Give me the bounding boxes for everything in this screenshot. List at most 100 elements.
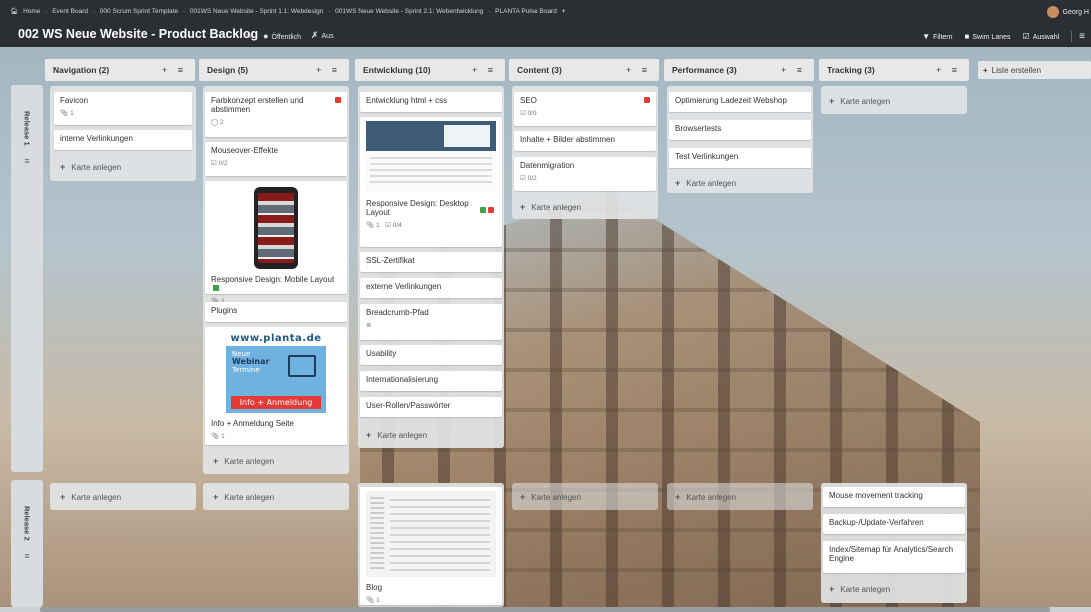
add-card-button[interactable]: + Karte anlegen [675,492,736,502]
add-card-button[interactable]: + Karte anlegen [829,96,890,106]
label-red [335,97,341,103]
card[interactable]: Farbkonzept erstellen und abstimmen ◯ 2 [205,92,347,137]
card[interactable]: Responsive Design: Desktop Layout 📎︎ 1 ☑… [360,117,502,247]
attachment-icon: 📎︎ [211,433,220,440]
automation-icon: ✗ [310,30,319,40]
breadcrumb-sprint-2[interactable]: 001WS Neue Website - Sprint 2.1: Webentw… [335,8,483,15]
card[interactable]: Entwicklung html + css [360,92,502,112]
breadcrumb-home[interactable]: Home [23,8,40,15]
checklist-icon: ☑ [520,175,526,182]
card[interactable]: Index/Sitemap für Analytics/Search Engin… [823,541,965,573]
horizontal-scrollbar[interactable] [0,607,1091,612]
card[interactable]: www.planta.de Neue Webinar Termine Info + … [205,327,347,445]
card[interactable]: Datenmigration ☑ 0/2 [514,157,656,191]
list-tracking-r2: Mouse movement tracking Backup-/Update-V… [821,483,967,603]
card[interactable]: SEO ☑ 0/9 [514,92,656,126]
add-card-button[interactable]: + Karte anlegen [675,178,736,188]
card[interactable]: Inhalte + Bilder abstimmen [514,131,656,151]
lane-menu-icon[interactable]: ≡ [24,551,29,561]
label-red [488,207,494,213]
breadcrumb-scrum-template[interactable]: 000 Scrum Sprint Template [100,8,178,15]
column-actions-icon[interactable]: + ≡ [781,65,806,75]
list-content-r2: + Karte anlegen [512,483,658,510]
card[interactable]: Usability [360,345,502,365]
top-bar: 🏠︎ Home - Event Board - 000 Scrum Sprint… [0,0,1091,47]
card[interactable]: Mouseover-Effekte ☑ 0/2 [205,142,347,176]
card[interactable]: User-Rollen/Passwörter [360,397,502,417]
card[interactable]: Backup-/Update-Verfahren [823,514,965,534]
card[interactable]: Responsive Design: Mobile Layout 📎︎ 1 [205,181,347,305]
add-card-button[interactable]: + Karte anlegen [520,202,581,212]
column-actions-icon[interactable]: + ≡ [472,65,497,75]
breadcrumb: 🏠︎ Home - Event Board - 000 Scrum Sprint… [10,8,566,15]
card[interactable]: SSL-Zertifikat [360,252,502,272]
lane-release-2[interactable]: Release 2 ≡ [11,480,43,607]
comment-icon: ◯ [211,119,219,126]
home-icon[interactable]: 🏠︎ [10,8,18,15]
scrollbar-thumb[interactable] [40,607,1050,612]
list-content-r1: SEO ☑ 0/9 Inhalte + Bilder abstimmen Dat… [512,86,658,219]
list-navigation-r2: + Karte anlegen [50,483,196,510]
lane-release-1[interactable]: Release 1 ≡ [11,85,43,472]
swimlanes-button[interactable]: ■ Swim Lanes [965,32,1011,41]
card[interactable]: Optimierung Ladezeit Webshop [669,92,811,112]
add-card-button[interactable]: + Karte anlegen [60,492,121,502]
breadcrumb-pulse-board[interactable]: PLANTA Pulse Board [495,8,557,15]
add-card-button[interactable]: + Karte anlegen [520,492,581,502]
card[interactable]: Blog 📎︎ 1 [360,487,502,605]
add-card-button[interactable]: + Karte anlegen [366,430,427,440]
column-header-navigation[interactable]: Navigation (2) + ≡ [45,59,195,81]
add-card-button[interactable]: + Karte anlegen [60,162,121,172]
column-header-tracking[interactable]: Tracking (3) + ≡ [819,59,969,81]
card[interactable]: Favicon 📎︎ 1 [54,92,192,125]
checklist-icon: ☑ [385,222,391,229]
avatar [1046,6,1059,18]
breadcrumb-event-board[interactable]: Event Board [52,8,88,15]
attachment-icon: 📎︎ [366,222,375,229]
list-entwicklung-r2: Blog 📎︎ 1 [358,483,504,607]
page-title: 002 WS Neue Website - Product Backlog [18,27,259,41]
breadcrumb-sprint-1[interactable]: 001WS Neue Website - Sprint 1.1: Webdesi… [190,8,323,15]
visibility-button[interactable]: ● Öffentlich [263,31,301,41]
card-image-desktop [366,121,496,193]
list-navigation-r1: Favicon 📎︎ 1 interne Verlinkungen + Karte… [50,86,196,181]
card[interactable]: externe Verlinkungen [360,278,502,298]
column-actions-icon[interactable]: + ≡ [936,65,961,75]
column-actions-icon[interactable]: + ≡ [626,65,651,75]
list-design-r2: + Karte anlegen [203,483,349,510]
label-red [644,97,650,103]
add-card-button[interactable]: + Karte anlegen [213,456,274,466]
card[interactable]: Test Verlinkungen [669,148,811,168]
lane-menu-icon[interactable]: ≡ [24,156,29,166]
column-actions-icon[interactable]: + ≡ [162,65,187,75]
card[interactable]: Mouse movement tracking [823,487,965,507]
add-card-button[interactable]: + Karte anlegen [829,584,890,594]
description-icon: ≣ [366,322,372,329]
add-card-button[interactable]: + Karte anlegen [213,492,274,502]
add-list-button[interactable]: + Liste erstellen [978,61,1091,79]
list-performance-r1: Optimierung Ladezeit Webshop Browsertest… [667,86,813,193]
selection-button[interactable]: ☑ Auswahl [1023,32,1060,41]
menu-icon[interactable]: ≡ [1071,31,1085,42]
add-board-icon[interactable]: + [562,8,566,15]
card[interactable]: interne Verlinkungen [54,130,192,150]
checklist-icon: ☑ [520,110,526,117]
column-header-performance[interactable]: Performance (3) + ≡ [664,59,814,81]
column-header-design[interactable]: Design (5) + ≡ [199,59,349,81]
checkbox-icon: ☑ [1022,32,1030,41]
column-header-entwicklung[interactable]: Entwicklung (10) + ≡ [355,59,505,81]
card[interactable]: Plugins [205,302,347,322]
card[interactable]: Browsertests [669,120,811,140]
star-icon[interactable]: ☆ [245,30,253,41]
card-image-mobile [254,187,298,269]
user-menu[interactable]: Georg H [1046,6,1089,18]
card[interactable]: Internationalisierung [360,371,502,391]
card-image-blog [366,491,496,577]
column-header-content[interactable]: Content (3) + ≡ [509,59,659,81]
filter-button[interactable]: ▼ Filtern [922,32,952,41]
automation-button[interactable]: ✗ Aus [311,30,334,41]
card[interactable]: Breadcrumb-Pfad ≣ [360,304,502,340]
column-actions-icon[interactable]: + ≡ [316,65,341,75]
attachment-icon: 📎︎ [60,110,69,117]
checklist-icon: ☑ [211,160,217,167]
